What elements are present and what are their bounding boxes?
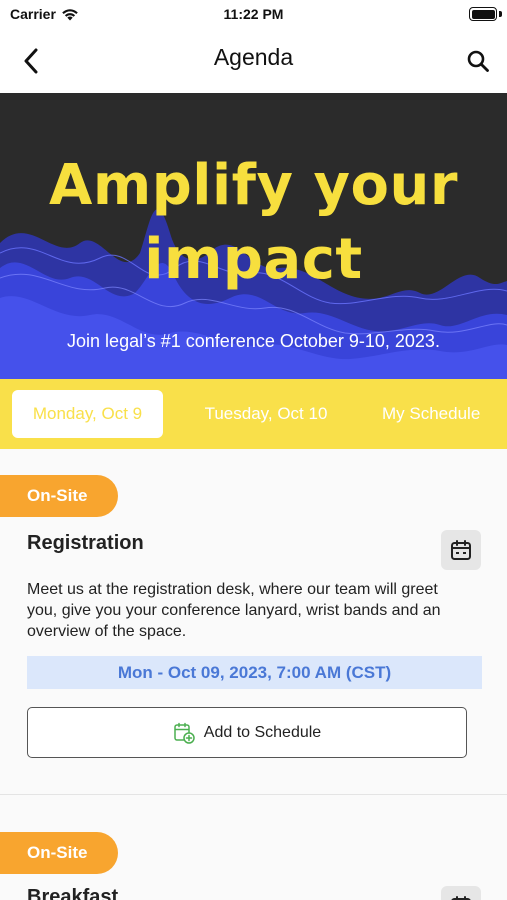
event-banner: Amplify your impact Join legal’s #1 conf… xyxy=(0,93,507,379)
status-time: 11:22 PM xyxy=(223,6,284,22)
calendar-button[interactable] xyxy=(441,530,481,570)
status-bar: Carrier 11:22 PM xyxy=(0,0,507,30)
search-icon xyxy=(467,50,489,72)
calendar-add-icon xyxy=(174,722,195,744)
tab-tuesday[interactable]: Tuesday, Oct 10 xyxy=(186,390,346,438)
banner-headline-line1: Amplify your xyxy=(49,153,458,218)
session-badge: On-Site xyxy=(0,832,118,874)
calendar-icon xyxy=(451,540,471,560)
session-title: Breakfast xyxy=(27,886,119,900)
battery-icon xyxy=(469,7,497,21)
add-to-schedule-label: Add to Schedule xyxy=(203,723,322,741)
calendar-icon xyxy=(451,896,471,900)
banner-headline-line2: impact xyxy=(144,227,363,292)
add-to-schedule-button[interactable]: Add to Schedule xyxy=(27,707,467,758)
tab-my-schedule[interactable]: My Schedule xyxy=(370,390,507,438)
session-title: Registration xyxy=(27,532,144,554)
nav-bar: Agenda xyxy=(0,30,507,92)
session-card: On-Site Registration Meet us at the regi… xyxy=(0,449,507,795)
page-title: Agenda xyxy=(213,44,294,70)
session-time: Mon - Oct 09, 2023, 7:00 AM (CST) xyxy=(27,656,482,689)
battery-tip xyxy=(499,11,502,17)
session-description: Meet us at the registration desk, where … xyxy=(27,581,441,640)
tab-monday[interactable]: Monday, Oct 9 xyxy=(12,390,163,438)
session-card: On-Site Breakfast xyxy=(0,796,507,900)
session-badge: On-Site xyxy=(0,475,118,517)
banner-tagline: Join legal’s #1 conference October 9-10,… xyxy=(67,331,440,351)
banner-headline: Amplify your impact xyxy=(0,149,507,297)
calendar-button[interactable] xyxy=(441,886,481,900)
agenda-list[interactable]: On-Site Registration Meet us at the regi… xyxy=(0,449,507,900)
search-button[interactable] xyxy=(463,46,493,76)
day-tabs: Monday, Oct 9 Tuesday, Oct 10 My Schedul… xyxy=(0,379,507,449)
